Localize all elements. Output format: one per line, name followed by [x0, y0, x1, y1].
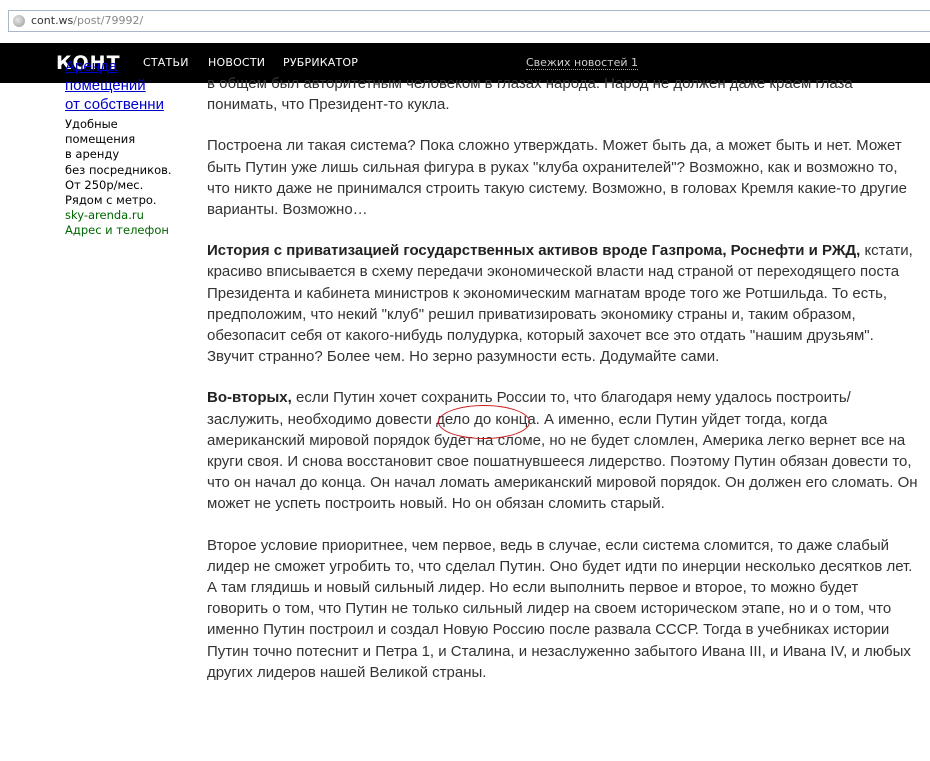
paragraph-text: кстати, красиво вписывается в схему пере… [207, 242, 913, 366]
article-paragraph: Во-вторых, если Путин хочет сохранить Ро… [207, 387, 919, 514]
paragraph-text: если Путин хочет сохранить России то, чт… [207, 389, 918, 513]
ad-block: Аренда помещений от собственни Удобные п… [65, 58, 205, 238]
ad-description: Удобные помещения в аренду без посредник… [65, 117, 205, 208]
ad-contact-link[interactable]: Адрес и телефон [65, 223, 205, 238]
fresh-news-link[interactable]: Свежих новостей 1 [526, 56, 638, 70]
article-paragraph: в общем был авторитетным человеком в гла… [207, 75, 853, 114]
browser-url-bar: cont.ws/post/79992/ [0, 0, 930, 38]
article-paragraph: Второе условие приоритнее, чем первое, в… [207, 536, 913, 681]
nav-item-rubricator[interactable]: РУБРИКАТОР [283, 56, 358, 69]
ad-text-line: Рядом с метро. [65, 193, 157, 208]
article-body: в общем был авторитетным человеком в гла… [207, 75, 919, 703]
ad-text-line: От 250р/мес. [65, 177, 144, 192]
ad-text-line: Удобные [65, 117, 118, 131]
url-text[interactable]: cont.ws/post/79992/ [31, 14, 143, 27]
paragraph-lead: Во-вторых, [207, 389, 292, 407]
ad-title-line: Аренда [65, 58, 118, 75]
address-field[interactable]: cont.ws/post/79992/ [8, 10, 930, 32]
ad-text-line: в аренду [65, 147, 120, 162]
url-host: cont.ws [31, 14, 74, 27]
article-paragraph: История с приватизацией государственных … [207, 240, 919, 367]
ad-text-line: помещения [65, 132, 136, 147]
ad-text-line: без посредников. [65, 162, 172, 177]
paragraph-lead: История с приватизацией государственных … [207, 242, 861, 260]
ad-title-line: помещений [65, 77, 146, 94]
ad-host-link[interactable]: sky-arenda.ru [65, 208, 205, 223]
url-path: /post/79992/ [73, 14, 144, 27]
nav-item-news[interactable]: НОВОСТИ [208, 56, 265, 69]
globe-icon [13, 15, 25, 27]
ad-title-link[interactable]: Аренда помещений от собственни [65, 57, 205, 114]
ad-title-line: от собственни [65, 96, 164, 113]
article-paragraph: Построена ли такая система? Пока сложно … [207, 137, 908, 219]
